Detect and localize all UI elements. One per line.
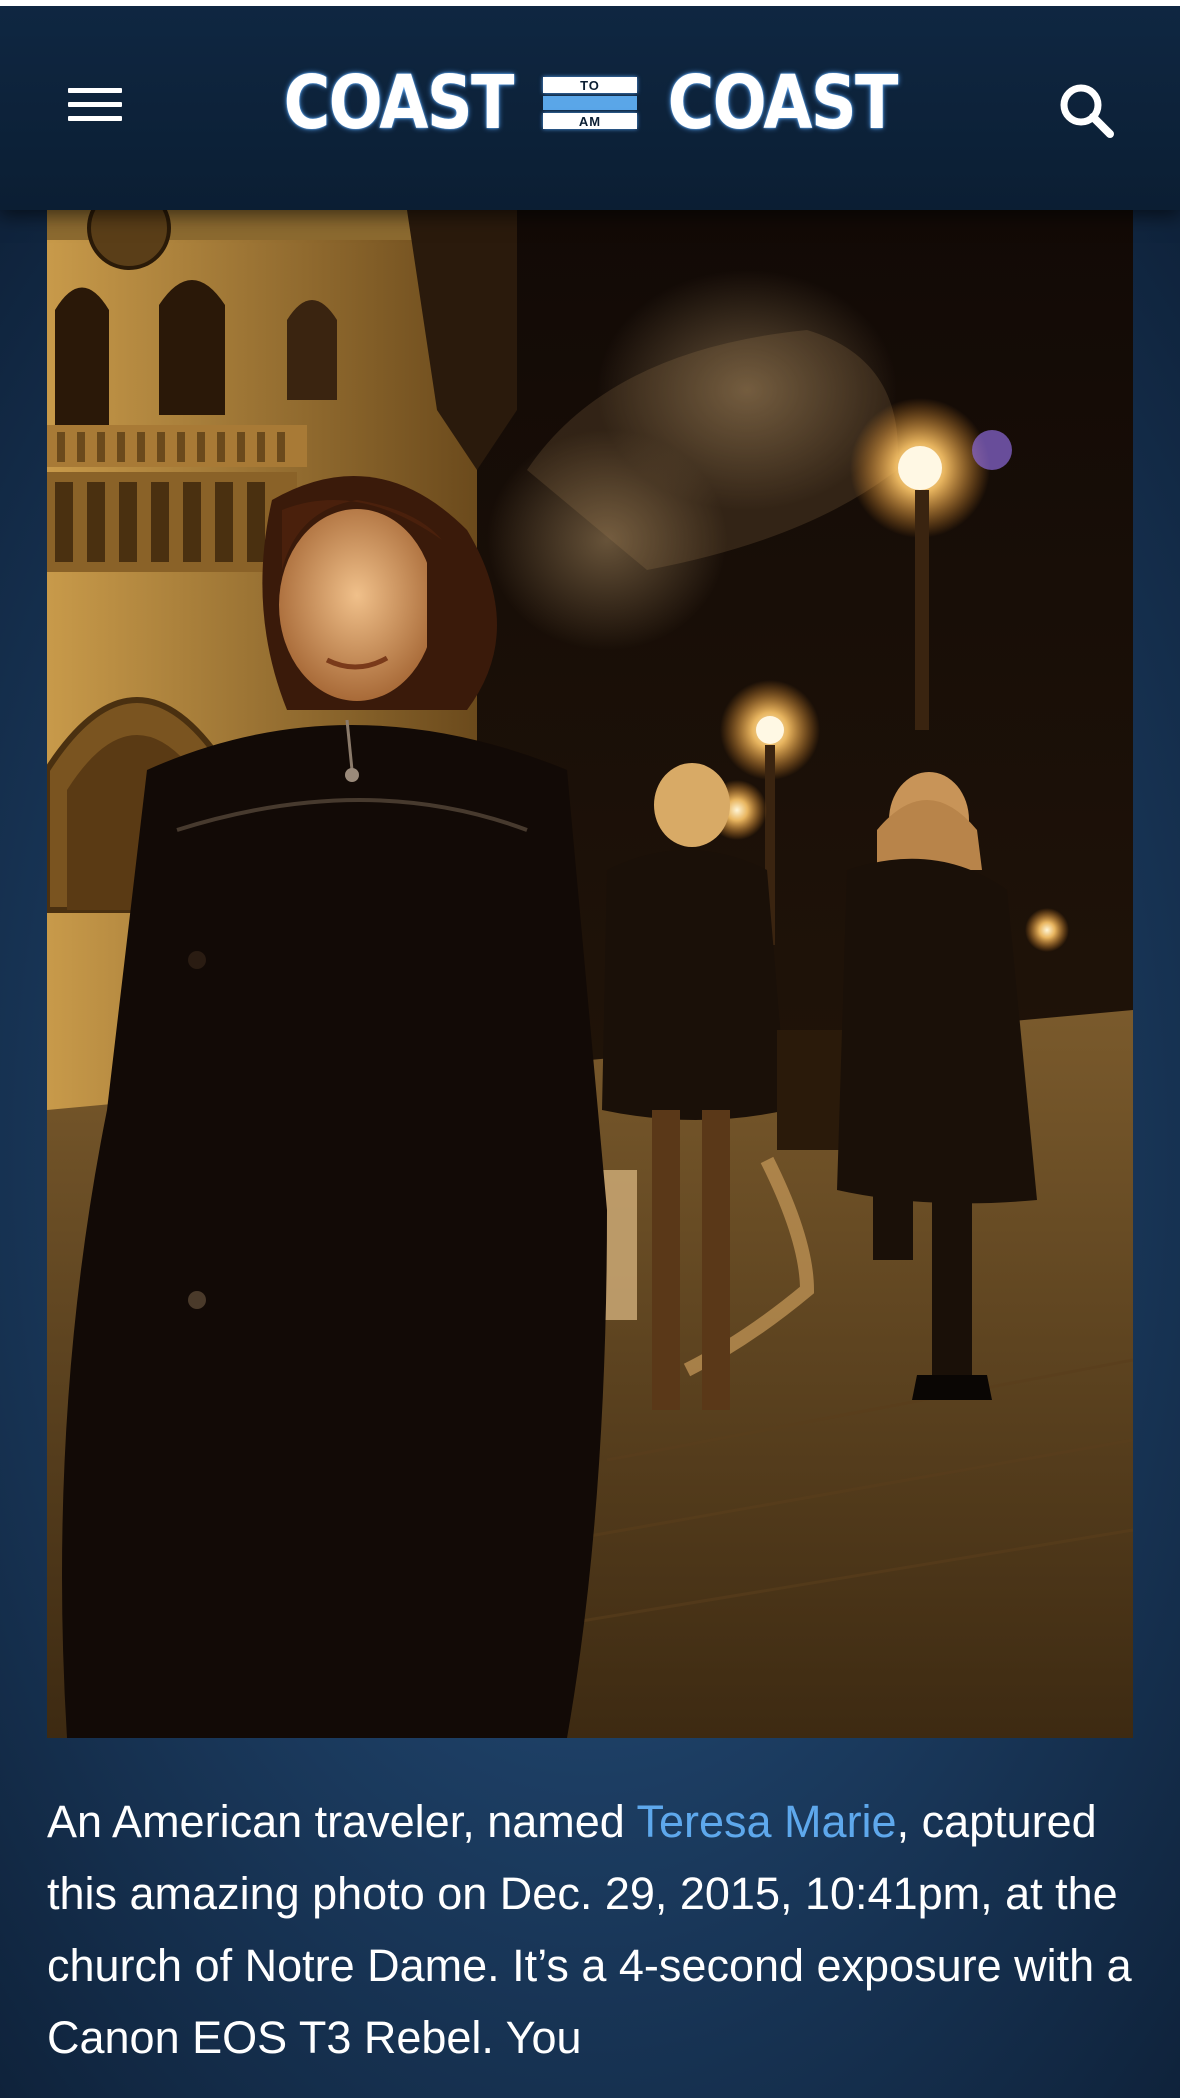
header-top-border (0, 0, 1180, 6)
photo-caption: An American traveler, named Teresa Marie… (47, 1786, 1137, 2074)
logo-badge-bottom: AM (543, 113, 637, 129)
hamburger-menu-icon[interactable] (60, 82, 130, 132)
article-photo[interactable] (47, 210, 1133, 1738)
logo-word-left: COAST (283, 60, 514, 146)
search-icon[interactable] (1052, 76, 1122, 146)
logo-badge: TO AM (543, 73, 637, 133)
author-link[interactable]: Teresa Marie (636, 1796, 896, 1847)
logo-badge-stripe (543, 96, 637, 110)
site-logo[interactable]: COAST TO AM COAST (283, 62, 898, 144)
caption-text-start: An American traveler, named (47, 1796, 637, 1847)
site-header: COAST TO AM COAST (0, 0, 1180, 210)
logo-word-right: COAST (667, 60, 899, 146)
logo-badge-top: TO (543, 77, 637, 93)
